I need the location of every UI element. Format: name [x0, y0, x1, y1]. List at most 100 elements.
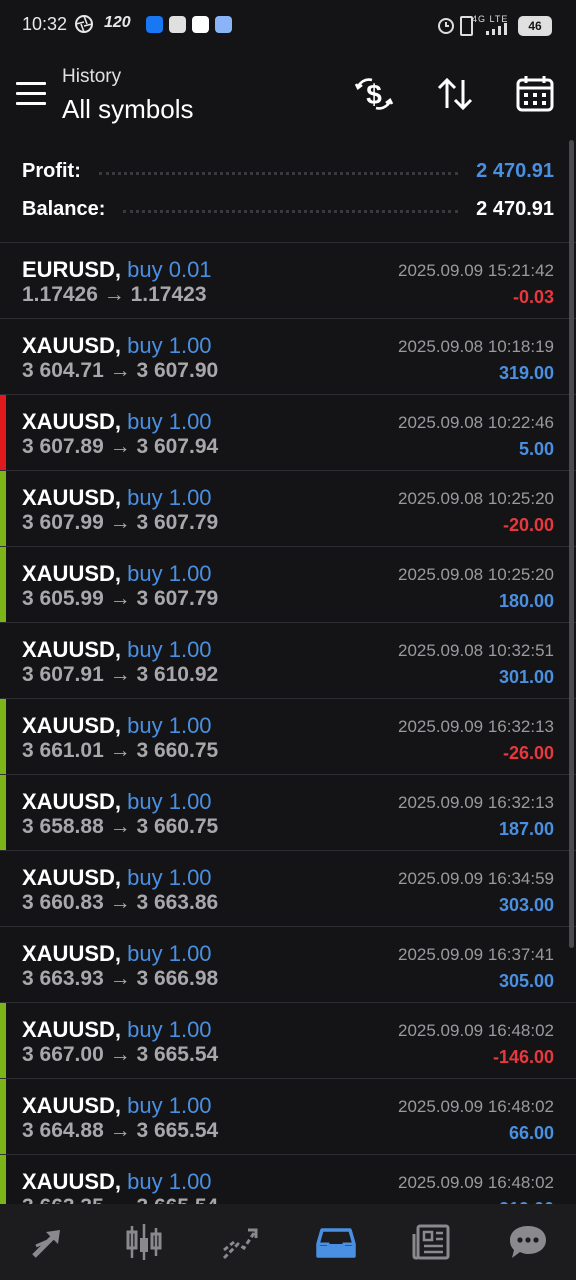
deal-time: 2025.09.09 16:37:41 — [398, 945, 554, 964]
nav-messages[interactable] — [480, 1204, 576, 1280]
deal-row[interactable]: XAUUSD, buy 1.00 3 605.99 → 3 607.79 2025.… — [0, 547, 576, 623]
deal-row[interactable]: XAUUSD, buy 1.00 3 607.89 → 3 607.94 2025.… — [0, 395, 576, 471]
deal-row[interactable]: XAUUSD, buy 1.00 3 607.91 → 3 610.92 2025.… — [0, 623, 576, 699]
close-price: 3 607.79 — [136, 511, 219, 534]
open-price: 3 605.99 — [22, 587, 104, 610]
deal-row[interactable]: XAUUSD, buy 1.00 3 660.83 → 3 663.86 2025.… — [0, 851, 576, 927]
deal-row[interactable]: XAUUSD, buy 1.00 3 607.99 → 3 607.79 2025.… — [0, 471, 576, 547]
menu-button[interactable] — [16, 82, 46, 106]
deal-time: 2025.09.08 10:22:46 — [398, 413, 554, 432]
arrow-right-icon: → — [109, 359, 131, 382]
deal-title: XAUUSD, buy 1.00 — [22, 941, 212, 967]
balance-operation-button[interactable]: $ — [352, 72, 396, 116]
nav-trade[interactable] — [192, 1204, 288, 1280]
deal-profit: 303.00 — [498, 895, 554, 915]
nav-history[interactable] — [288, 1204, 384, 1280]
balance-label: Balance: — [22, 197, 106, 220]
close-price: 3 660.75 — [136, 815, 219, 838]
deal-profit: -146.00 — [492, 1047, 554, 1067]
deal-prices: 1.17426 → 1.17423 — [22, 283, 207, 307]
open-price: 3 663.93 — [22, 967, 104, 990]
deal-marker — [0, 699, 6, 774]
deal-prices: 3 607.99 → 3 607.79 — [22, 511, 218, 535]
close-price: 3 666.98 — [136, 967, 219, 990]
close-price: 3 607.90 — [136, 359, 219, 382]
scrollbar[interactable] — [569, 140, 574, 948]
dotted-leader — [98, 171, 459, 175]
deal-title: XAUUSD, buy 1.00 — [22, 1017, 212, 1043]
deal-action: buy 1.00 — [127, 1093, 212, 1118]
deal-action: buy 1.00 — [127, 333, 212, 358]
deal-row[interactable]: XAUUSD, buy 1.00 3 664.88 → 3 665.54 2025.… — [0, 1079, 576, 1155]
deal-profit: -20.00 — [502, 515, 554, 535]
profit-row: Profit: 2 470.91 — [22, 156, 554, 186]
deal-time: 2025.09.09 16:48:02 — [398, 1021, 554, 1040]
deal-marker — [0, 395, 6, 470]
deal-prices: 3 667.00 → 3 665.54 — [22, 1043, 218, 1067]
menu-icon-bar — [16, 82, 46, 85]
page-title: History — [62, 66, 122, 87]
deal-marker — [0, 471, 6, 546]
deal-list[interactable]: EURUSD, buy 0.01 1.17426 → 1.17423 2025.09… — [0, 242, 576, 1205]
deal-action: buy 1.00 — [127, 941, 212, 966]
deal-prices: 3 664.88 → 3 665.54 — [22, 1119, 218, 1143]
deal-marker — [0, 927, 6, 1002]
deal-marker — [0, 1003, 6, 1078]
deal-marker — [0, 1079, 6, 1154]
close-price: 3 663.86 — [136, 891, 219, 914]
deal-row[interactable]: XAUUSD, buy 1.00 3 667.00 → 3 665.54 2025.… — [0, 1003, 576, 1079]
nav-quotes[interactable] — [0, 1204, 96, 1280]
profit-value: 2 470.91 — [476, 159, 554, 182]
deal-symbol: XAUUSD, — [22, 789, 122, 814]
balance-row: Balance: 2 470.91 — [22, 194, 554, 224]
telegram-icon — [169, 16, 186, 33]
news-icon — [412, 1224, 450, 1260]
arrow-right-icon: → — [109, 1119, 131, 1142]
deal-row[interactable]: EURUSD, buy 0.01 1.17426 → 1.17423 2025.09… — [0, 243, 576, 319]
deal-row[interactable]: XAUUSD, buy 1.00 3 663.93 → 3 666.98 2025.… — [0, 927, 576, 1003]
alarm-icon — [436, 15, 456, 40]
sort-arrows-icon — [437, 77, 473, 111]
deal-row[interactable]: XAUUSD, buy 1.00 3 661.01 → 3 660.75 2025.… — [0, 699, 576, 775]
close-price: 3 660.75 — [136, 739, 219, 762]
deal-row[interactable]: XAUUSD, buy 1.00 3 604.71 → 3 607.90 2025.… — [0, 319, 576, 395]
nav-chart[interactable] — [96, 1204, 192, 1280]
sort-button[interactable] — [433, 72, 477, 116]
deal-symbol: XAUUSD, — [22, 637, 122, 662]
symbol-filter[interactable]: All symbols — [62, 94, 193, 125]
deal-time: 2025.09.09 16:34:59 — [398, 869, 554, 888]
open-price: 3 607.99 — [22, 511, 104, 534]
close-price: 3 665.54 — [136, 1119, 219, 1142]
deal-marker — [0, 1155, 6, 1205]
open-price: 3 607.89 — [22, 435, 104, 458]
deal-profit: 319.00 — [498, 363, 554, 383]
menu-icon-bar — [16, 92, 46, 95]
open-price: 3 660.83 — [22, 891, 104, 914]
deal-time: 2025.09.08 10:18:19 — [398, 337, 554, 356]
deal-marker — [0, 623, 6, 698]
deal-marker — [0, 775, 6, 850]
history-summary: Profit: 2 470.91 Balance: 2 470.91 — [0, 150, 576, 242]
deal-title: XAUUSD, buy 1.00 — [22, 865, 212, 891]
dotted-leader — [123, 209, 459, 213]
deal-time: 2025.09.09 16:32:13 — [398, 793, 554, 812]
nav-news[interactable] — [384, 1204, 480, 1280]
deal-symbol: EURUSD, — [22, 257, 122, 282]
chat-bubble-icon — [510, 1226, 546, 1258]
deal-prices: 3 605.99 → 3 607.79 — [22, 587, 218, 611]
deal-row[interactable]: XAUUSD, buy 1.00 3 658.88 → 3 660.75 2025.… — [0, 775, 576, 851]
deal-symbol: XAUUSD, — [22, 1093, 122, 1118]
deal-symbol: XAUUSD, — [22, 865, 122, 890]
close-price: 3 607.94 — [136, 435, 219, 458]
arrow-right-icon: → — [109, 435, 131, 458]
deal-time: 2025.09.08 10:25:20 — [398, 565, 554, 584]
deal-prices: 3 604.71 → 3 607.90 — [22, 359, 218, 383]
arrow-right-icon: → — [109, 739, 131, 762]
deal-row[interactable]: XAUUSD, buy 1.003 663.35 → 3 665.542025.… — [0, 1155, 576, 1205]
calendar-button[interactable] — [513, 72, 557, 116]
deal-action: buy 1.00 — [127, 409, 212, 434]
deal-profit: 180.00 — [498, 591, 554, 611]
deal-title: XAUUSD, buy 1.00 — [22, 561, 212, 587]
deal-symbol: XAUUSD, — [22, 333, 122, 358]
close-price: 3 607.79 — [136, 587, 219, 610]
